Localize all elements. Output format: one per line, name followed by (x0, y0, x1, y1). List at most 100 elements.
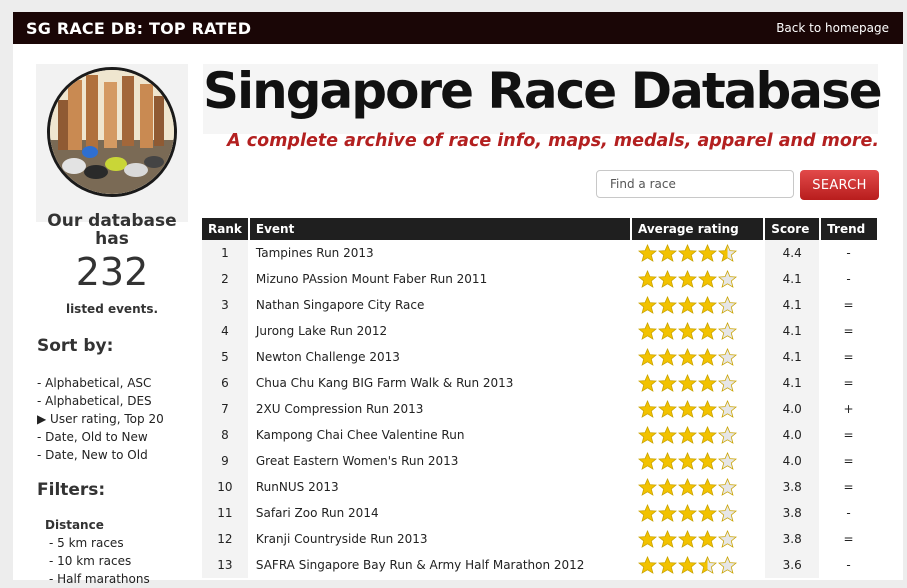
table-header-row: Rank Event Average rating Score Trend (202, 218, 877, 240)
col-score[interactable]: Score (764, 218, 822, 240)
trend-cell: - (820, 240, 878, 266)
col-trend[interactable]: Trend (820, 218, 877, 240)
table-row[interactable]: 10 RunNUS 2013 3.8 = (202, 474, 878, 500)
star-full-icon (658, 347, 677, 366)
star-full-icon (638, 243, 657, 262)
star-full-icon (638, 347, 657, 366)
star-full-icon (698, 451, 717, 470)
rating-cell (631, 396, 766, 422)
star-full-icon (658, 555, 677, 574)
star-empty-icon (718, 451, 737, 470)
rating-cell (631, 344, 766, 370)
event-cell[interactable]: Kampong Chai Chee Valentine Run (248, 422, 633, 448)
page-content: Our database has 232 listed events. Sort… (13, 44, 903, 586)
event-cell[interactable]: RunNUS 2013 (248, 474, 633, 500)
rank-cell: 13 (202, 552, 250, 578)
col-average-rating[interactable]: Average rating (631, 218, 766, 240)
star-full-icon (658, 321, 677, 340)
back-to-homepage-link[interactable]: Back to homepage (776, 21, 889, 35)
table-row[interactable]: 9 Great Eastern Women's Run 2013 4.0 = (202, 448, 878, 474)
table-row[interactable]: 6 Chua Chu Kang BIG Farm Walk & Run 2013 4… (202, 370, 878, 396)
trend-cell: = (820, 474, 878, 500)
star-full-icon (638, 269, 657, 288)
sort-options-list: - Alphabetical, ASC - Alphabetical, DES … (37, 374, 164, 464)
star-full-icon (678, 529, 697, 548)
event-cell[interactable]: Tampines Run 2013 (248, 240, 633, 266)
rank-cell: 12 (202, 526, 250, 552)
search-button[interactable]: SEARCH (800, 170, 879, 200)
event-cell[interactable]: Mizuno PAssion Mount Faber Run 2011 (248, 266, 633, 292)
table-row[interactable]: 4 Jurong Lake Run 2012 4.1 = (202, 318, 878, 344)
trend-cell: = (820, 526, 878, 552)
table-row[interactable]: 7 2XU Compression Run 2013 4.0 + (202, 396, 878, 422)
rating-cell (631, 500, 766, 526)
filter-5km[interactable]: - 5 km races (49, 534, 150, 552)
star-empty-icon (718, 373, 737, 392)
star-full-icon (698, 503, 717, 522)
sort-user-rating[interactable]: ▶ User rating, Top 20 (37, 410, 164, 428)
star-full-icon (678, 503, 697, 522)
table-row[interactable]: 1 Tampines Run 2013 4.4- (202, 240, 878, 266)
table-row[interactable]: 11 Safari Zoo Run 2014 3.8- (202, 500, 878, 526)
table-row[interactable]: 5 Newton Challenge 2013 4.1 = (202, 344, 878, 370)
table-row[interactable]: 8 Kampong Chai Chee Valentine Run 4.0 = (202, 422, 878, 448)
rank-cell: 5 (202, 344, 250, 370)
star-full-icon (698, 321, 717, 340)
runners-avatar-image (47, 67, 177, 197)
star-full-icon (698, 373, 717, 392)
rank-cell: 10 (202, 474, 250, 500)
event-cell[interactable]: Kranji Countryside Run 2013 (248, 526, 633, 552)
event-cell[interactable]: Jurong Lake Run 2012 (248, 318, 633, 344)
col-rank[interactable]: Rank (202, 218, 250, 240)
score-cell: 4.1 (764, 292, 822, 318)
trend-cell: = (820, 318, 878, 344)
star-rating (638, 295, 757, 315)
rating-cell (631, 474, 766, 500)
event-cell[interactable]: Newton Challenge 2013 (248, 344, 633, 370)
filter-half-marathon[interactable]: - Half marathons (49, 570, 150, 588)
sort-date-old-new[interactable]: - Date, Old to New (37, 428, 164, 446)
rating-cell (631, 240, 766, 266)
sort-date-new-old[interactable]: - Date, New to Old (37, 446, 164, 464)
star-full-icon (678, 347, 697, 366)
table-row[interactable]: 12 Kranji Countryside Run 2013 3.8 = (202, 526, 878, 552)
sort-alpha-des[interactable]: - Alphabetical, DES (37, 392, 164, 410)
star-full-icon (698, 399, 717, 418)
event-cell[interactable]: Nathan Singapore City Race (248, 292, 633, 318)
event-count: 232 (75, 250, 149, 294)
star-full-icon (658, 373, 677, 392)
star-empty-icon (718, 425, 737, 444)
star-full-icon (638, 399, 657, 418)
event-cell[interactable]: SAFRA Singapore Bay Run & Army Half Mara… (248, 552, 633, 578)
rating-cell (631, 422, 766, 448)
star-empty-icon (718, 477, 737, 496)
table-row[interactable]: 3 Nathan Singapore City Race 4.1 = (202, 292, 878, 318)
star-empty-icon (718, 555, 737, 574)
filters-heading: Filters: (37, 480, 106, 500)
star-full-icon (678, 321, 697, 340)
star-full-icon (638, 295, 657, 314)
rating-cell (631, 318, 766, 344)
rating-cell (631, 448, 766, 474)
rating-cell (631, 526, 766, 552)
star-full-icon (658, 503, 677, 522)
filter-10km[interactable]: - 10 km races (49, 552, 150, 570)
star-full-icon (658, 425, 677, 444)
star-rating (638, 347, 757, 367)
score-cell: 3.6 (764, 552, 822, 578)
event-cell[interactable]: Chua Chu Kang BIG Farm Walk & Run 2013 (248, 370, 633, 396)
search-input[interactable] (596, 170, 794, 198)
event-cell[interactable]: Great Eastern Women's Run 2013 (248, 448, 633, 474)
star-rating (638, 269, 757, 289)
score-cell: 4.4 (764, 240, 822, 266)
database-has-label: Our database has (47, 211, 177, 249)
col-event[interactable]: Event (248, 218, 633, 240)
trend-cell: = (820, 422, 878, 448)
rating-cell (631, 552, 766, 578)
event-cell[interactable]: 2XU Compression Run 2013 (248, 396, 633, 422)
sort-alpha-asc[interactable]: - Alphabetical, ASC (37, 374, 164, 392)
star-full-icon (678, 425, 697, 444)
event-cell[interactable]: Safari Zoo Run 2014 (248, 500, 633, 526)
table-row[interactable]: 13 SAFRA Singapore Bay Run & Army Half Ma… (202, 552, 878, 578)
table-row[interactable]: 2 Mizuno PAssion Mount Faber Run 2011 4.1- (202, 266, 878, 292)
